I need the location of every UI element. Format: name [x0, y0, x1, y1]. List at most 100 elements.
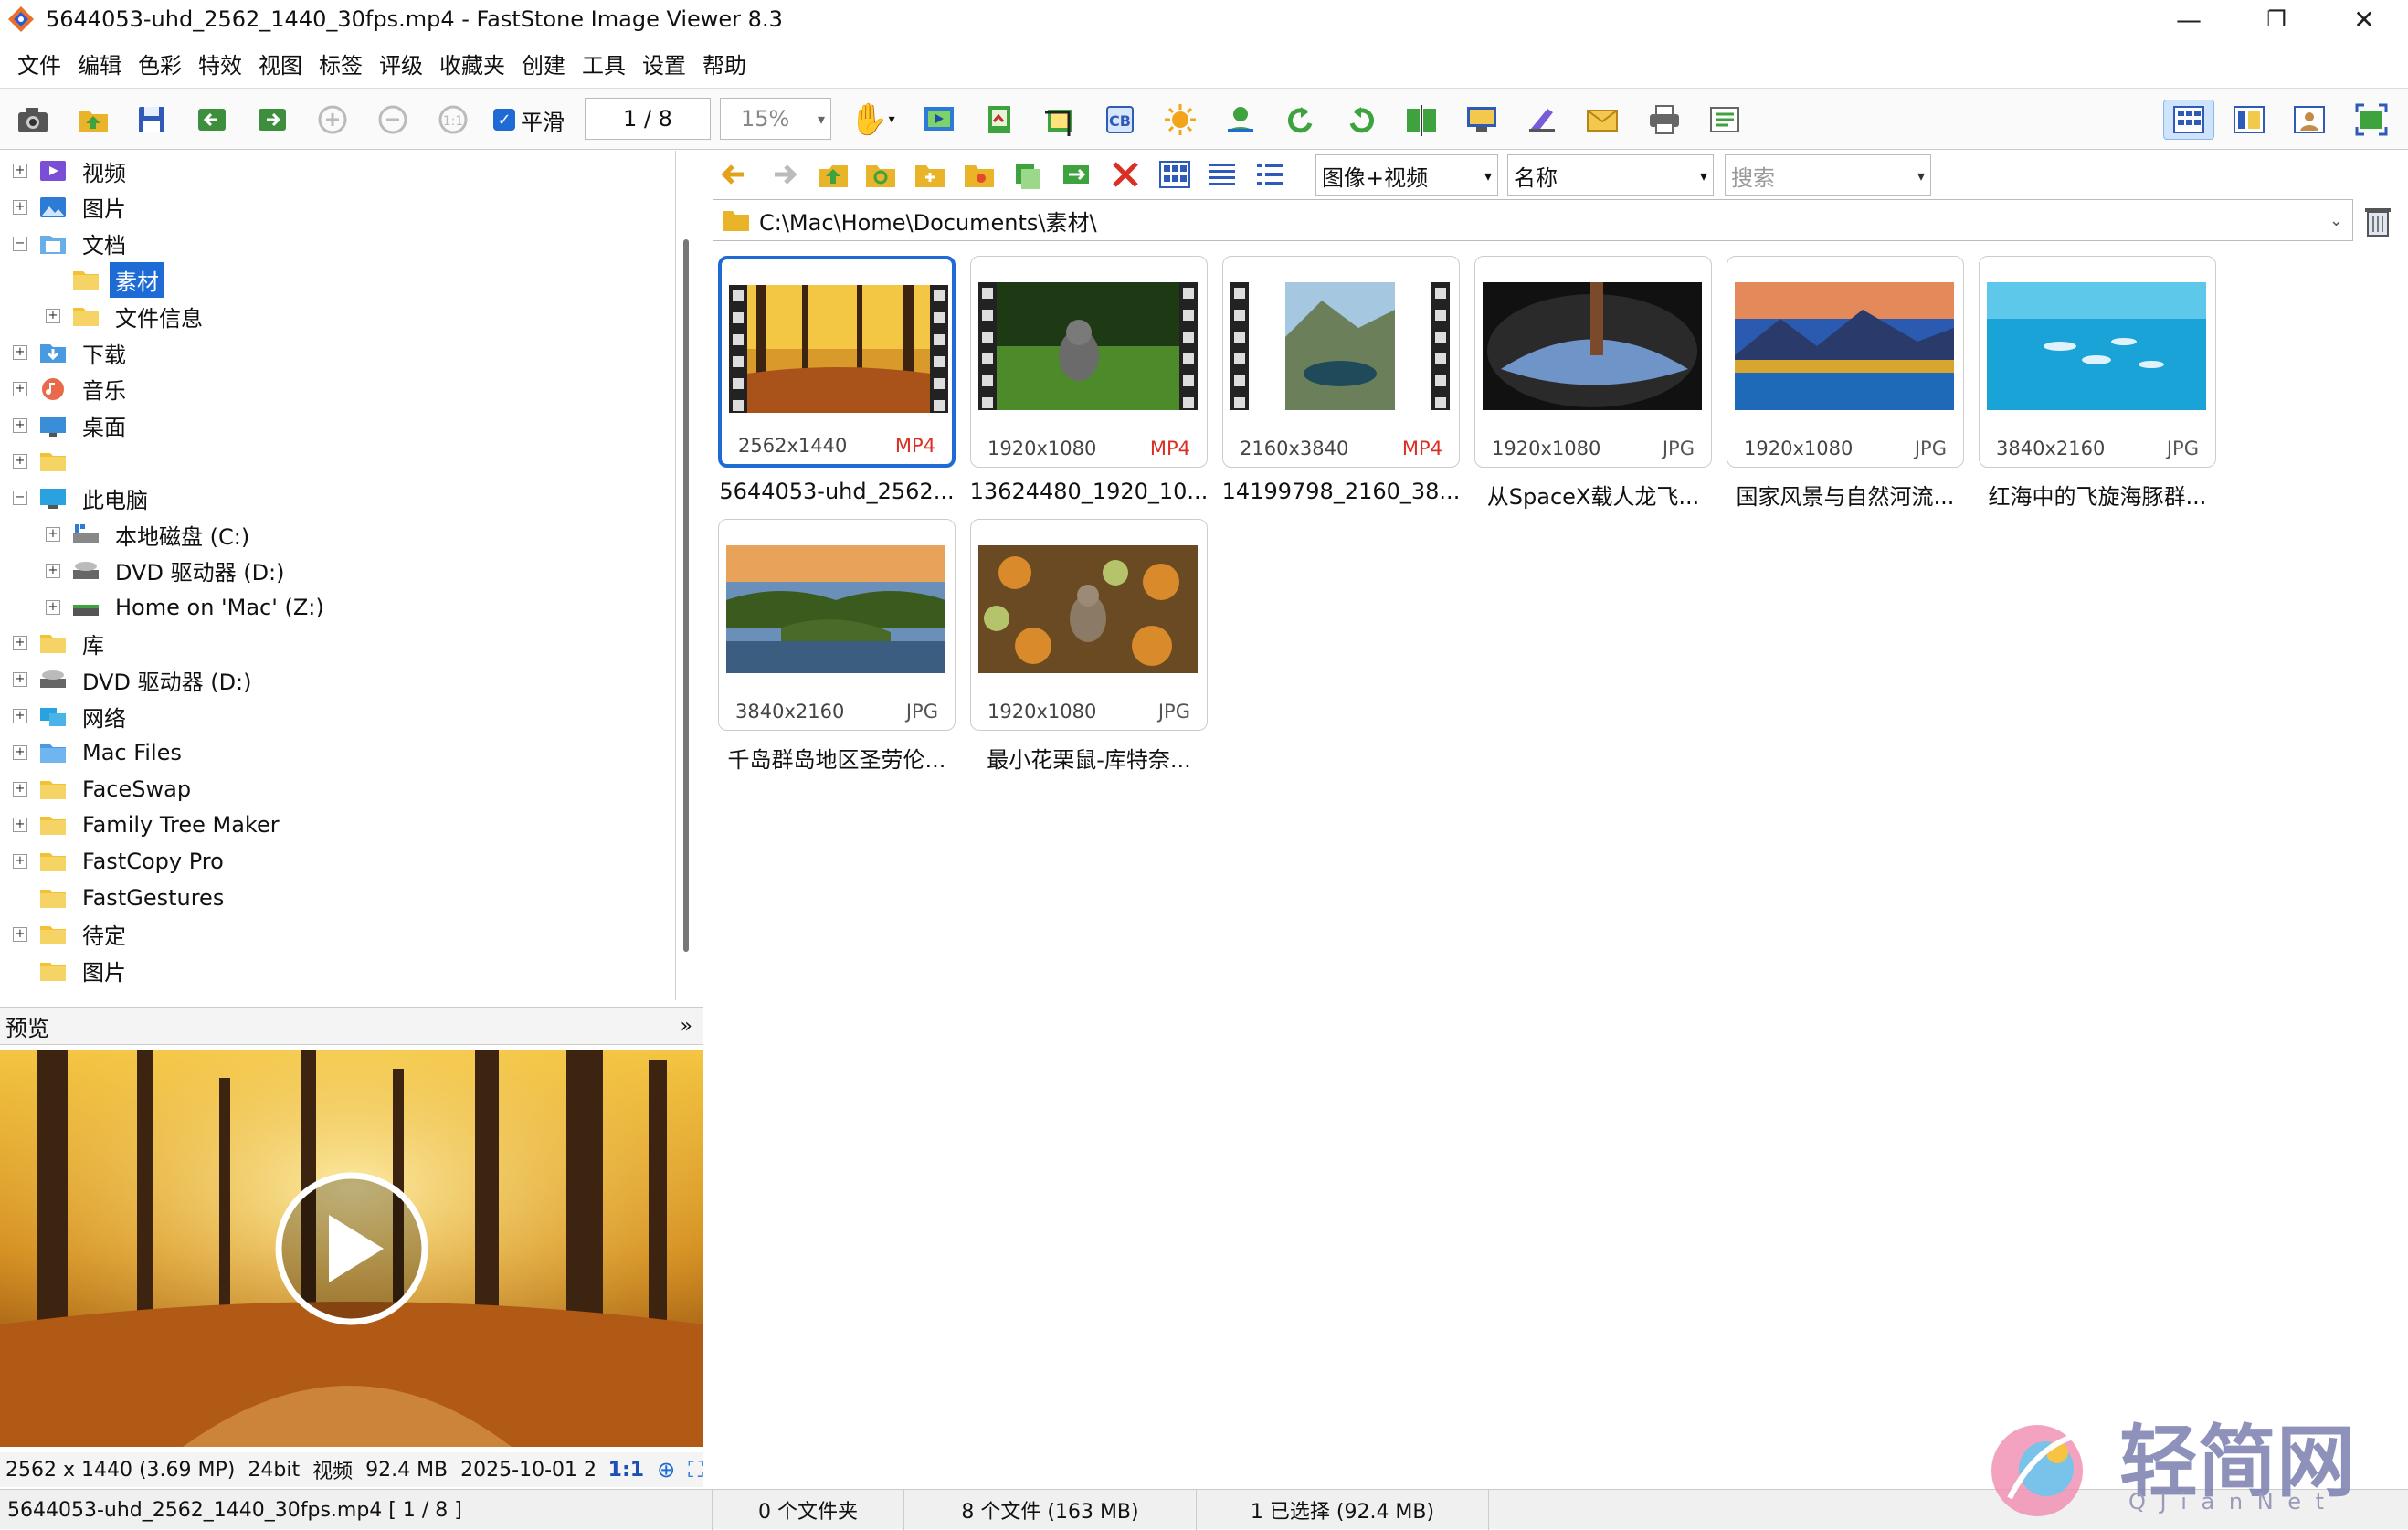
collapse-minus-icon[interactable]: −	[13, 491, 27, 506]
chevron-down-icon[interactable]: ⌄	[2329, 211, 2343, 230]
thumbnail-filename[interactable]: 国家风景与自然河流...	[1719, 479, 1971, 511]
expand-plus-icon[interactable]: +	[13, 672, 27, 688]
expand-plus-icon[interactable]: +	[46, 563, 60, 578]
menu-item-3[interactable]: 特效	[190, 47, 250, 79]
thumbnail-card[interactable]: 1920x1080 JPG	[970, 519, 1208, 731]
tree-node[interactable]	[38, 443, 88, 480]
menu-item-0[interactable]: 文件	[9, 47, 69, 79]
browser-layout-icon[interactable]	[2163, 100, 2214, 140]
rotate-left-icon[interactable]	[1281, 100, 1321, 140]
expand-plus-icon[interactable]: +	[13, 381, 27, 396]
expand-plus-icon[interactable]: +	[46, 309, 60, 324]
zoom-out-icon[interactable]	[373, 100, 413, 140]
collapse-chevron-icon[interactable]: »	[681, 1015, 692, 1038]
layout-3-icon[interactable]	[2289, 100, 2329, 140]
save-icon[interactable]	[132, 100, 172, 140]
tree-node[interactable]: 库	[38, 625, 110, 661]
next-image-icon[interactable]	[252, 100, 292, 140]
page-counter[interactable]: 1 / 8	[585, 98, 711, 140]
fullscreen-preview-icon[interactable]: ⛶	[688, 1457, 703, 1483]
restore-button[interactable]: ❐	[2240, 0, 2313, 38]
move-to-icon[interactable]	[1056, 154, 1096, 195]
menu-item-7[interactable]: 收藏夹	[431, 47, 513, 79]
tree-node[interactable]: 此电脑	[38, 480, 153, 516]
compare-images-icon[interactable]	[1401, 100, 1442, 140]
expand-plus-icon[interactable]: +	[13, 199, 27, 215]
expand-plus-icon[interactable]: +	[13, 926, 27, 942]
full-screen-icon[interactable]	[2351, 100, 2392, 140]
resize-icon[interactable]	[979, 100, 1019, 140]
smooth-checkbox[interactable]: ✓ 平滑	[493, 105, 565, 135]
slideshow-icon[interactable]	[919, 100, 959, 140]
tree-node[interactable]: 桌面	[38, 407, 132, 444]
menu-item-9[interactable]: 工具	[574, 47, 634, 79]
favorite-folder-icon[interactable]	[959, 154, 999, 195]
expand-plus-icon[interactable]: +	[13, 744, 27, 760]
thumbnail-filename[interactable]: 最小花栗鼠-库特奈...	[963, 742, 1215, 774]
tree-node[interactable]: 待定	[38, 916, 132, 953]
thumbnails-view-icon[interactable]	[1155, 154, 1195, 195]
menu-item-1[interactable]: 编辑	[69, 47, 130, 79]
tree-node[interactable]: Mac Files	[38, 734, 187, 771]
refresh-folder-icon[interactable]	[861, 154, 901, 195]
thumbnail-card[interactable]: 1920x1080 JPG	[1727, 256, 1964, 468]
print-icon[interactable]	[1644, 100, 1685, 140]
list-view-icon[interactable]	[1202, 154, 1242, 195]
scanner-icon[interactable]	[1522, 100, 1562, 140]
rotate-right-icon[interactable]	[1341, 100, 1381, 140]
tree-node[interactable]: 视频	[38, 153, 132, 189]
sort-by-select[interactable]: 名称 ▾	[1507, 154, 1714, 196]
menu-item-8[interactable]: 创建	[513, 47, 574, 79]
expand-plus-icon[interactable]: +	[13, 709, 27, 723]
set-wallpaper-icon[interactable]	[1462, 100, 1502, 140]
expand-plus-icon[interactable]: +	[13, 636, 27, 651]
tree-node[interactable]: FaceSwap	[38, 771, 196, 807]
expand-plus-icon[interactable]: +	[13, 781, 27, 797]
back-arrow-icon[interactable]	[714, 154, 755, 195]
new-folder-icon[interactable]	[910, 154, 950, 195]
zoom-level-field[interactable]: 15% ▾	[720, 98, 831, 140]
color-balance-icon[interactable]: CB	[1100, 100, 1140, 140]
thumbnail-filename[interactable]: 14199798_2160_38...	[1215, 479, 1467, 504]
thumbnail-filename[interactable]: 从SpaceX载人龙飞...	[1467, 479, 1719, 511]
crop-icon[interactable]	[1040, 100, 1080, 140]
settings-icon[interactable]	[1705, 100, 1745, 140]
copy-to-icon[interactable]	[1007, 154, 1047, 195]
thumbnail-filename[interactable]: 红海中的飞旋海豚群...	[1971, 479, 2223, 511]
thumbnail-filename[interactable]: 千岛群岛地区圣劳伦...	[711, 742, 963, 774]
file-type-filter[interactable]: 图像+视频 ▾	[1315, 154, 1498, 196]
email-icon[interactable]	[1582, 100, 1622, 140]
expand-plus-icon[interactable]: +	[46, 527, 60, 542]
brightness-icon[interactable]	[1160, 100, 1200, 140]
thumbnail-card[interactable]: 2562x1440 MP4	[718, 256, 956, 468]
previous-image-icon[interactable]	[192, 100, 232, 140]
tree-node[interactable]: DVD 驱动器 (D:)	[71, 553, 290, 589]
details-view-icon[interactable]	[1250, 154, 1290, 195]
tree-node[interactable]: FastCopy Pro	[38, 843, 229, 880]
thumbnail-card[interactable]: 1920x1080 MP4	[970, 256, 1208, 468]
camera-icon[interactable]	[13, 100, 53, 140]
recycle-bin-icon[interactable]	[2362, 203, 2393, 239]
menu-item-10[interactable]: 设置	[634, 47, 694, 79]
tree-node[interactable]: 图片	[38, 189, 132, 226]
tree-node[interactable]: 文档	[38, 226, 132, 262]
expand-plus-icon[interactable]: +	[13, 164, 27, 178]
expand-plus-icon[interactable]: +	[13, 818, 27, 833]
expand-plus-icon[interactable]: +	[13, 345, 27, 360]
fit-icon[interactable]: ⊕	[657, 1457, 675, 1483]
folder-tree-scrollbar[interactable]	[683, 239, 689, 952]
tree-node[interactable]: 音乐	[38, 371, 132, 407]
tree-node[interactable]: 本地磁盘 (C:)	[71, 516, 255, 553]
menu-item-2[interactable]: 色彩	[130, 47, 190, 79]
tree-node[interactable]: FastGestures	[38, 880, 229, 916]
thumbnail-card[interactable]: 3840x2160 JPG	[718, 519, 956, 731]
delete-icon[interactable]	[1105, 154, 1146, 195]
expand-plus-icon[interactable]: +	[13, 854, 27, 870]
hand-tool-icon[interactable]: ✋ ▾	[844, 100, 901, 140]
close-button[interactable]: ✕	[2328, 0, 2401, 38]
tree-node[interactable]: 素材	[71, 261, 164, 298]
thumbnail-filename[interactable]: 5644053-uhd_2562...	[711, 479, 963, 504]
tree-node[interactable]: 文件信息	[71, 298, 208, 334]
up-folder-icon[interactable]	[813, 154, 853, 195]
search-input[interactable]: 搜索 ▾	[1725, 154, 1931, 196]
